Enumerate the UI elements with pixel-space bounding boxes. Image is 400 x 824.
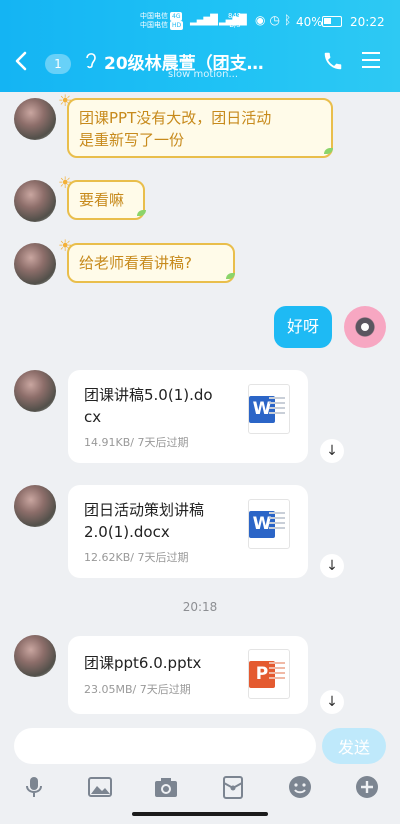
file-meta: 14.91KB/ 7天后过期 <box>84 436 189 449</box>
file-name-line: 团课讲稿5.0(1).do <box>84 386 213 404</box>
file-name-line: cx <box>84 408 102 426</box>
arrow-down-icon: ↓ <box>326 694 338 710</box>
leaf-icon <box>226 273 235 279</box>
phone-icon <box>324 52 342 70</box>
camera-icon[interactable] <box>153 774 179 800</box>
phone-call-button[interactable] <box>322 50 344 77</box>
microphone-icon[interactable] <box>21 774 47 800</box>
contact-avatar[interactable] <box>14 243 56 285</box>
file-name: 团日活动策划讲稿 2.0(1).docx <box>84 499 234 543</box>
contact-avatar[interactable] <box>14 485 56 527</box>
speed-value: 849 <box>228 12 242 20</box>
message-text: 要看嘛 <box>79 191 125 209</box>
file-name-line: 2.0(1).docx <box>84 523 170 541</box>
contact-avatar[interactable] <box>14 370 56 412</box>
message-timestamp: 20:18 <box>182 600 218 614</box>
file-meta: 23.05MB/ 7天后过期 <box>84 683 191 696</box>
file-meta: 12.62KB/ 7天后过期 <box>84 551 189 564</box>
emoji-icon[interactable] <box>287 774 313 800</box>
status-icons: ◉◷ᛒ <box>255 13 295 27</box>
leaf-icon <box>324 148 333 154</box>
message-text-line: 团课PPT没有大改，团日活动 <box>79 109 272 127</box>
message-bubble[interactable]: 团课PPT没有大改，团日活动 是重新写了一份 <box>67 98 333 158</box>
alarm-icon: ◷ <box>269 13 284 27</box>
carrier-1: 中国电信 <box>140 12 168 20</box>
file-name: 团课ppt6.0.pptx <box>84 654 202 672</box>
carrier-2: 中国电信 <box>140 21 168 29</box>
bottom-toolbar <box>0 770 400 804</box>
download-button[interactable]: ↓ <box>320 439 344 463</box>
download-button[interactable]: ↓ <box>320 554 344 578</box>
message-text: 给老师看看讲稿? <box>79 254 192 272</box>
eye-icon: ◉ <box>255 13 270 27</box>
network-tag-1: 4G <box>170 12 183 21</box>
word-file-icon: W <box>248 384 290 434</box>
status-time: 20:22 <box>350 15 385 29</box>
message-text-line: 是重新写了一份 <box>79 131 185 149</box>
arrow-down-icon: ↓ <box>326 558 338 574</box>
file-message[interactable]: 团日活动策划讲稿 2.0(1).docx 12.62KB/ 7天后过期 W <box>68 485 308 578</box>
message-input[interactable] <box>14 728 316 764</box>
battery-icon <box>322 16 342 27</box>
file-name: 团课讲稿5.0(1).do cx <box>84 384 234 428</box>
message-bubble[interactable]: 要看嘛 <box>67 180 145 220</box>
word-file-icon: W <box>248 499 290 549</box>
unread-badge[interactable]: 1 <box>45 54 71 74</box>
red-packet-icon[interactable] <box>220 774 246 800</box>
download-button[interactable]: ↓ <box>320 690 344 714</box>
battery-percent: 40% <box>296 15 323 29</box>
network-speed: 849 B/s <box>228 12 241 30</box>
contact-avatar[interactable] <box>14 635 56 677</box>
leaf-icon <box>137 210 146 216</box>
contact-avatar[interactable] <box>14 180 56 222</box>
network-tag-2: HD <box>170 21 184 30</box>
my-message-bubble[interactable]: 好呀 <box>274 306 332 348</box>
message-text: 好呀 <box>286 317 319 336</box>
more-menu-button[interactable] <box>362 52 380 73</box>
file-message[interactable]: 团课讲稿5.0(1).do cx 14.91KB/ 7天后过期 W <box>68 370 308 463</box>
chevron-left-icon <box>15 51 27 71</box>
chat-subtitle: slow motion... <box>168 69 239 80</box>
image-icon[interactable] <box>87 774 113 800</box>
file-name-line: 团日活动策划讲稿 <box>84 501 205 519</box>
plus-icon[interactable] <box>354 774 380 800</box>
status-bar: 中国电信 4G 中国电信 HD ▂▄▆█ ▂▄▆█ 849 B/s ◉◷ᛒ 40% … <box>0 0 400 40</box>
speed-unit: B/s <box>229 21 241 29</box>
composer: 发送 <box>0 722 400 774</box>
my-avatar[interactable] <box>344 306 386 348</box>
back-button[interactable] <box>14 50 28 78</box>
file-message[interactable]: 团课ppt6.0.pptx 23.05MB/ 7天后过期 P <box>68 636 308 714</box>
home-indicator <box>132 812 268 816</box>
send-button[interactable]: 发送 <box>322 728 386 764</box>
ear-icon <box>84 50 98 74</box>
carrier-info: 中国电信 4G 中国电信 HD <box>140 12 184 30</box>
chat-header: 中国电信 4G 中国电信 HD ▂▄▆█ ▂▄▆█ 849 B/s ◉◷ᛒ 40% … <box>0 0 400 92</box>
contact-avatar[interactable] <box>14 98 56 140</box>
arrow-down-icon: ↓ <box>326 443 338 459</box>
bluetooth-icon: ᛒ <box>283 13 296 27</box>
ppt-file-icon: P <box>248 649 290 699</box>
message-bubble[interactable]: 给老师看看讲稿? <box>67 243 235 283</box>
